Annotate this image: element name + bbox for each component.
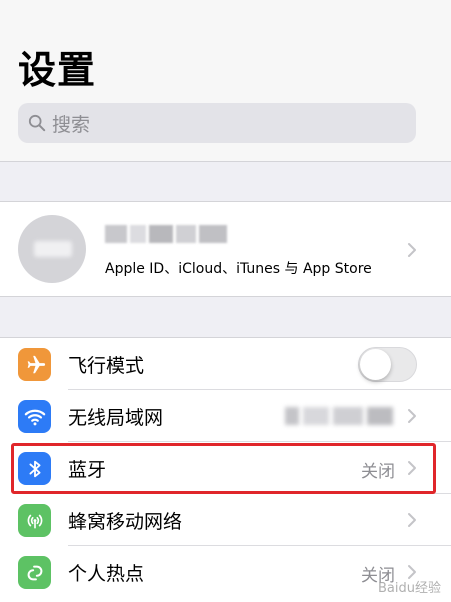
wifi-icon (18, 400, 51, 433)
bluetooth-highlight-box (11, 443, 436, 494)
name-redaction (105, 225, 235, 247)
cellular-icon (18, 504, 51, 537)
row-label: 个人热点 (68, 563, 145, 585)
row-wifi[interactable]: 无线局域网 (0, 390, 451, 442)
wifi-name-redaction (285, 406, 393, 426)
chevron-right-icon (408, 243, 416, 257)
row-airplane-mode[interactable]: 飞行模式 (0, 338, 451, 390)
search-bar[interactable]: 搜索 (18, 103, 416, 143)
chevron-right-icon (408, 513, 416, 527)
airplane-mode-toggle[interactable] (358, 347, 417, 382)
page-title: 设置 (18, 48, 97, 92)
search-placeholder: 搜索 (52, 113, 91, 136)
settings-screen: 设置 搜索 Apple ID、iCloud、iTunes 与 App Store… (0, 0, 451, 602)
row-label: 蜂窝移动网络 (68, 511, 183, 533)
row-cellular[interactable]: 蜂窝移动网络 (0, 494, 451, 546)
apple-id-subtitle: Apple ID、iCloud、iTunes 与 App Store (105, 261, 372, 277)
toggle-knob (360, 349, 391, 380)
header: 设置 搜索 (0, 0, 451, 162)
avatar-redaction (34, 241, 72, 257)
hotspot-icon (18, 556, 51, 589)
watermark: Baidu经验 (378, 581, 441, 596)
row-label: 无线局域网 (68, 407, 164, 429)
avatar (18, 215, 86, 283)
apple-id-row[interactable]: Apple ID、iCloud、iTunes 与 App Store (0, 201, 451, 297)
search-icon (28, 114, 46, 132)
airplane-icon (18, 348, 51, 381)
row-label: 飞行模式 (68, 355, 145, 377)
chevron-right-icon (408, 409, 416, 423)
